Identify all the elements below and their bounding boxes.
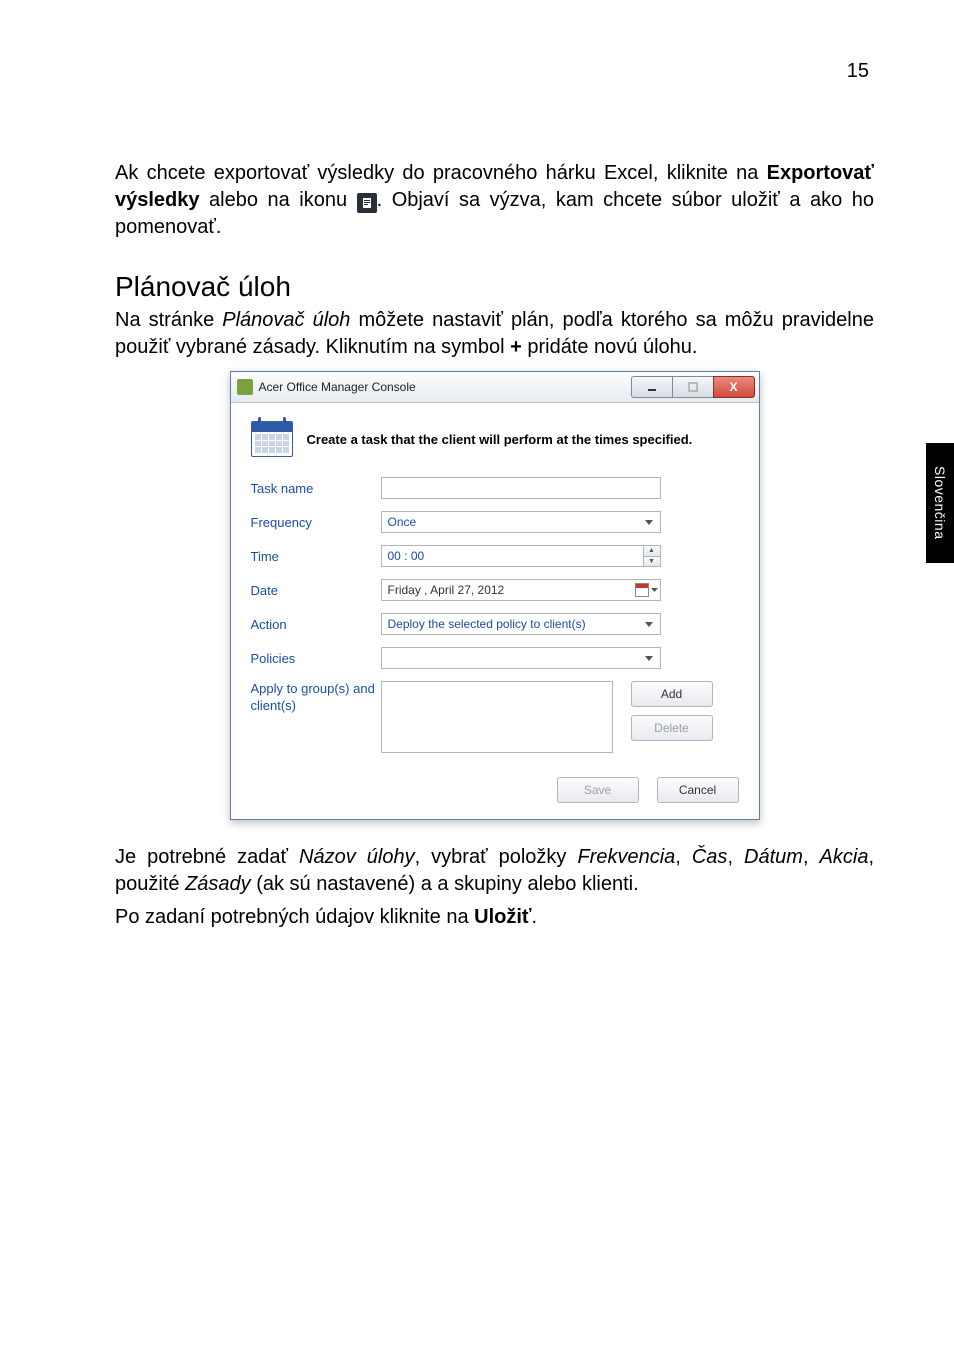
calendar-small-icon [635, 583, 649, 597]
text-bold: Uložiť [474, 906, 531, 928]
text: Ak chcete exportovať výsledky do pracovn… [115, 162, 767, 184]
save-button[interactable]: Save [557, 777, 639, 803]
date-input[interactable]: Friday , April 27, 2012 [381, 579, 661, 601]
time-input[interactable]: 00 : 00 ▲ ▼ [381, 545, 661, 567]
action-value: Deploy the selected policy to client(s) [388, 617, 586, 631]
language-tab: Slovenčina [926, 443, 954, 563]
add-button[interactable]: Add [631, 681, 713, 707]
minimize-button[interactable] [631, 376, 672, 398]
paragraph-fields: Je potrebné zadať Názov úlohy, vybrať po… [115, 844, 874, 898]
text: Je potrebné zadať [115, 846, 299, 868]
dialog-window: Acer Office Manager Console X [230, 371, 760, 820]
dialog-description: Create a task that the client will perfo… [307, 432, 693, 447]
date-picker-button[interactable] [635, 583, 658, 597]
maximize-button[interactable] [672, 376, 713, 398]
cancel-button[interactable]: Cancel [657, 777, 739, 803]
app-icon [237, 379, 253, 395]
task-name-input[interactable] [381, 477, 661, 499]
text-italic: Frekvencia [577, 846, 675, 868]
screenshot-container: Acer Office Manager Console X [115, 371, 874, 820]
spinner-down-icon[interactable]: ▼ [644, 557, 660, 567]
text-italic: Názov úlohy [299, 846, 415, 868]
chevron-down-icon [642, 617, 656, 631]
text: , [803, 846, 820, 868]
label-task-name: Task name [251, 481, 381, 496]
chevron-down-icon [642, 515, 656, 529]
label-action: Action [251, 617, 381, 632]
frequency-select[interactable]: Once [381, 511, 661, 533]
apply-to-listbox[interactable] [381, 681, 613, 753]
text-italic: Čas [692, 846, 728, 868]
section-title-scheduler: Plánovač úloh [115, 271, 874, 303]
paragraph-save: Po zadaní potrebných údajov kliknite na … [115, 904, 874, 931]
window-title: Acer Office Manager Console [259, 380, 631, 394]
text-italic: Zásady [185, 873, 251, 895]
chevron-down-icon [642, 651, 656, 665]
text: , vybrať položky [415, 846, 578, 868]
time-value: 00 : 00 [388, 549, 425, 563]
text-italic: Plánovač úloh [222, 309, 350, 331]
label-frequency: Frequency [251, 515, 381, 530]
text: , [727, 846, 744, 868]
title-bar: Acer Office Manager Console X [231, 372, 759, 403]
text: . [531, 906, 537, 928]
label-date: Date [251, 583, 381, 598]
page-number: 15 [847, 60, 869, 83]
text: Na stránke [115, 309, 222, 331]
date-value: Friday , April 27, 2012 [388, 583, 505, 597]
calendar-icon [251, 421, 293, 457]
spinner-up-icon[interactable]: ▲ [644, 546, 660, 557]
text: Po zadaní potrebných údajov kliknite na [115, 906, 474, 928]
text: , [675, 846, 692, 868]
paragraph-export: Ak chcete exportovať výsledky do pracovn… [115, 160, 874, 241]
time-spinner[interactable]: ▲ ▼ [643, 546, 660, 566]
action-select[interactable]: Deploy the selected policy to client(s) [381, 613, 661, 635]
close-button[interactable]: X [713, 376, 755, 398]
paragraph-scheduler: Na stránke Plánovač úloh môžete nastaviť… [115, 307, 874, 361]
label-policies: Policies [251, 651, 381, 666]
frequency-value: Once [388, 515, 417, 529]
text-bold: + [510, 336, 522, 358]
label-apply-to: Apply to group(s) and client(s) [251, 681, 381, 715]
text-italic: Dátum [744, 846, 803, 868]
policies-select[interactable] [381, 647, 661, 669]
text: (ak sú nastavené) a a skupiny alebo klie… [251, 873, 639, 895]
text-italic: Akcia [820, 846, 869, 868]
export-icon [357, 193, 377, 213]
text: pridáte novú úlohu. [522, 336, 698, 358]
delete-button[interactable]: Delete [631, 715, 713, 741]
text: alebo na ikonu [200, 189, 357, 211]
label-time: Time [251, 549, 381, 564]
